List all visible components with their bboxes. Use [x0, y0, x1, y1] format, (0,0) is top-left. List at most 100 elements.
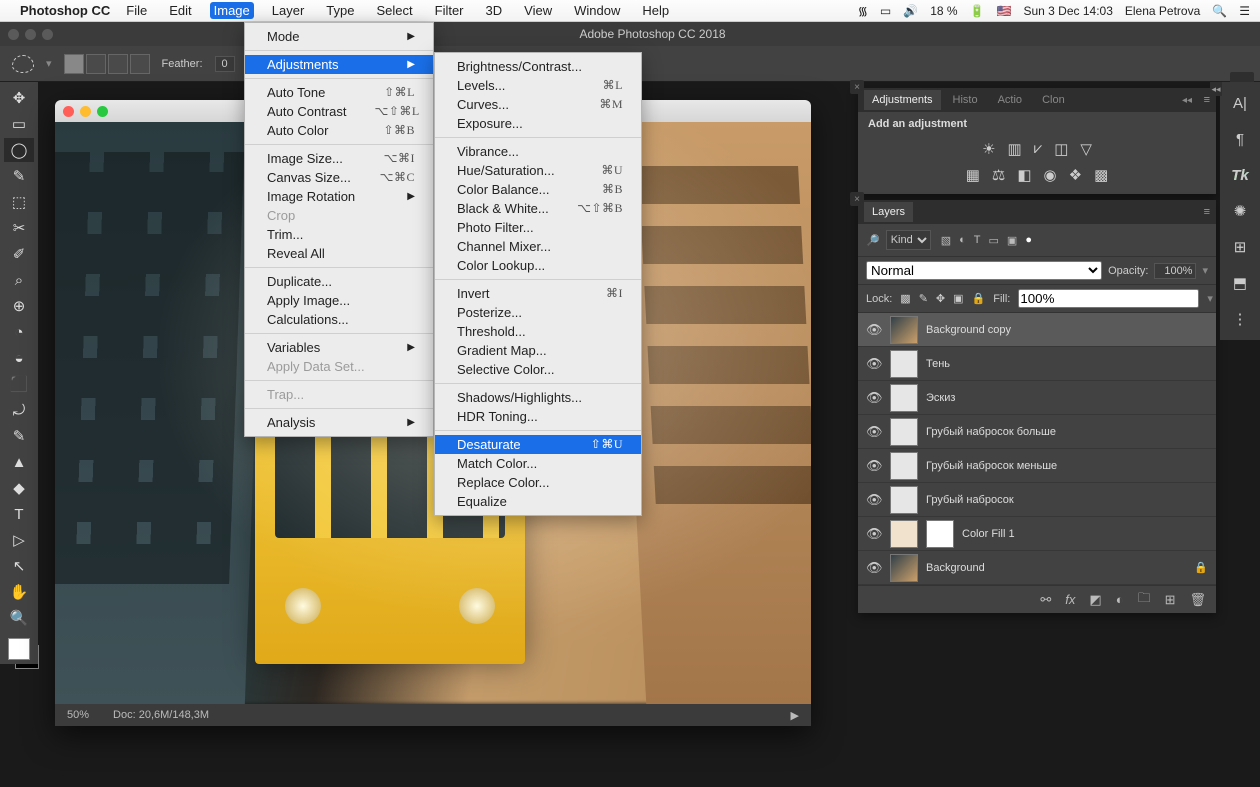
- window-close-icon[interactable]: [8, 29, 19, 40]
- layer-thumbnail[interactable]: [890, 486, 918, 514]
- filter-pixel-icon[interactable]: ▧: [941, 234, 951, 247]
- menu-image[interactable]: Image: [210, 2, 254, 19]
- adjust-menu-item-curves-[interactable]: Curves...⌘M: [435, 95, 641, 114]
- adjust-menu-item-black-white-[interactable]: Black & White...⌥⇧⌘B: [435, 199, 641, 218]
- new-adjustment-icon[interactable]: ◐: [1116, 592, 1124, 607]
- image-menu-item-apply-image-[interactable]: Apply Image...: [245, 291, 433, 310]
- menu-window[interactable]: Window: [570, 2, 624, 19]
- tab-adjustments[interactable]: Adjustments: [864, 90, 941, 110]
- layer-row[interactable]: 👁Background copy: [858, 313, 1216, 347]
- clock[interactable]: Sun 3 Dec 14:03: [1023, 4, 1112, 18]
- image-menu-item-duplicate-[interactable]: Duplicate...: [245, 272, 433, 291]
- adjust-menu-item-posterize-[interactable]: Posterize...: [435, 303, 641, 322]
- adj-lookup-icon[interactable]: ▩: [1094, 166, 1108, 184]
- dock-item-5[interactable]: ⬒: [1225, 268, 1255, 298]
- color-swatches[interactable]: [8, 638, 30, 660]
- image-menu-item-auto-tone[interactable]: Auto Tone⇧⌘L: [245, 83, 433, 102]
- dock-item-6[interactable]: ⋮: [1225, 304, 1255, 334]
- layer-thumbnail[interactable]: [890, 418, 918, 446]
- tool-1[interactable]: ▭: [4, 112, 34, 136]
- new-layer-icon[interactable]: ⊞: [1165, 592, 1176, 608]
- tool-11[interactable]: ⬛: [4, 372, 34, 396]
- adjust-menu-item-gradient-map-[interactable]: Gradient Map...: [435, 341, 641, 360]
- panel-collapse-icon[interactable]: ◂◂: [1182, 95, 1192, 106]
- adj-bw-icon[interactable]: ◧: [1017, 166, 1031, 184]
- adjust-menu-item-equalize[interactable]: Equalize: [435, 492, 641, 511]
- doc-zoom-icon[interactable]: [97, 106, 108, 117]
- adjust-menu-item-vibrance-[interactable]: Vibrance...: [435, 142, 641, 161]
- menu-edit[interactable]: Edit: [165, 2, 195, 19]
- adjust-menu-item-selective-color-[interactable]: Selective Color...: [435, 360, 641, 379]
- adj-mixer-icon[interactable]: ❖: [1069, 166, 1082, 184]
- visibility-icon[interactable]: 👁: [866, 560, 882, 576]
- adj-vibrance-icon[interactable]: ▽: [1080, 140, 1092, 158]
- app-name[interactable]: Photoshop CC: [20, 3, 110, 18]
- tool-10[interactable]: ◒: [4, 346, 34, 370]
- layer-row[interactable]: 👁Грубый набросок больше: [858, 415, 1216, 449]
- filter-adjust-icon[interactable]: ◐: [959, 234, 966, 247]
- menu-3d[interactable]: 3D: [482, 2, 507, 19]
- volume-icon[interactable]: 🔊: [903, 4, 918, 18]
- spotlight-icon[interactable]: 🔍: [1212, 4, 1227, 18]
- layer-filter-kind[interactable]: Kind: [886, 230, 931, 250]
- link-layers-icon[interactable]: ⚯: [1040, 592, 1051, 608]
- dock-item-3[interactable]: ✺: [1225, 196, 1255, 226]
- adj-brightness-icon[interactable]: ☀: [982, 140, 995, 158]
- layer-row[interactable]: 👁Грубый набросок: [858, 483, 1216, 517]
- layer-row[interactable]: 👁Эскиз: [858, 381, 1216, 415]
- image-menu-item-canvas-size-[interactable]: Canvas Size...⌥⌘C: [245, 168, 433, 187]
- new-group-icon[interactable]: 🗀: [1138, 589, 1151, 611]
- adjust-menu-item-photo-filter-[interactable]: Photo Filter...: [435, 218, 641, 237]
- tool-18[interactable]: ↖: [4, 554, 34, 578]
- image-menu-item-analysis[interactable]: Analysis▶: [245, 413, 433, 432]
- selection-subtract-button[interactable]: [108, 54, 128, 74]
- panel-close-icon[interactable]: ×: [850, 192, 864, 206]
- image-menu-item-auto-contrast[interactable]: Auto Contrast⌥⇧⌘L: [245, 102, 433, 121]
- tool-19[interactable]: ✋: [4, 580, 34, 604]
- selection-new-button[interactable]: [64, 54, 84, 74]
- wifi-icon[interactable]: ᯾: [858, 2, 868, 19]
- adj-photofilter-icon[interactable]: ◉: [1044, 166, 1057, 184]
- adj-hue-icon[interactable]: ▦: [966, 166, 980, 184]
- lasso-tool-icon[interactable]: [12, 55, 34, 73]
- dock-item-1[interactable]: ¶: [1225, 124, 1255, 154]
- filter-smart-icon[interactable]: ▣: [1007, 234, 1017, 247]
- adjust-menu-item-color-balance-[interactable]: Color Balance...⌘B: [435, 180, 641, 199]
- visibility-icon[interactable]: 👁: [866, 390, 882, 406]
- input-flag[interactable]: 🇺🇸: [997, 4, 1012, 18]
- menu-select[interactable]: Select: [372, 2, 416, 19]
- tool-15[interactable]: ◆: [4, 476, 34, 500]
- tool-9[interactable]: ◔: [4, 320, 34, 344]
- layer-mask-icon[interactable]: ◩: [1089, 592, 1101, 608]
- tool-2[interactable]: ◯: [4, 138, 34, 162]
- menu-filter[interactable]: Filter: [431, 2, 468, 19]
- layer-thumbnail[interactable]: [890, 384, 918, 412]
- tool-7[interactable]: ⌕: [4, 268, 34, 292]
- image-menu-item-reveal-all[interactable]: Reveal All: [245, 244, 433, 263]
- adjust-menu-item-shadows-highlights-[interactable]: Shadows/Highlights...: [435, 388, 641, 407]
- menu-layer[interactable]: Layer: [268, 2, 309, 19]
- tool-3[interactable]: ✎: [4, 164, 34, 188]
- window-zoom-icon[interactable]: [42, 29, 53, 40]
- fill-input[interactable]: [1018, 289, 1199, 308]
- dock-item-2[interactable]: Tk: [1225, 160, 1255, 190]
- layer-row[interactable]: 👁Background🔒: [858, 551, 1216, 585]
- lock-position-icon[interactable]: ✥: [936, 292, 945, 305]
- adjust-menu-item-replace-color-[interactable]: Replace Color...: [435, 473, 641, 492]
- adjust-menu-item-desaturate[interactable]: Desaturate⇧⌘U: [435, 435, 641, 454]
- visibility-icon[interactable]: 👁: [866, 424, 882, 440]
- image-menu-item-variables[interactable]: Variables▶: [245, 338, 433, 357]
- visibility-icon[interactable]: 👁: [866, 526, 882, 542]
- layer-row[interactable]: 👁Грубый набросок меньше: [858, 449, 1216, 483]
- image-menu-item-auto-color[interactable]: Auto Color⇧⌘B: [245, 121, 433, 140]
- layer-row[interactable]: 👁Color Fill 1: [858, 517, 1216, 551]
- layer-thumbnail[interactable]: [890, 520, 918, 548]
- adj-levels-icon[interactable]: ▥: [1008, 140, 1022, 158]
- visibility-icon[interactable]: 👁: [866, 322, 882, 338]
- doc-close-icon[interactable]: [63, 106, 74, 117]
- dock-item-4[interactable]: ⊞: [1225, 232, 1255, 262]
- adjust-menu-item-channel-mixer-[interactable]: Channel Mixer...: [435, 237, 641, 256]
- tool-14[interactable]: ▲: [4, 450, 34, 474]
- image-menu-item-adjustments[interactable]: Adjustments▶: [245, 55, 433, 74]
- user-name[interactable]: Elena Petrova: [1125, 4, 1200, 18]
